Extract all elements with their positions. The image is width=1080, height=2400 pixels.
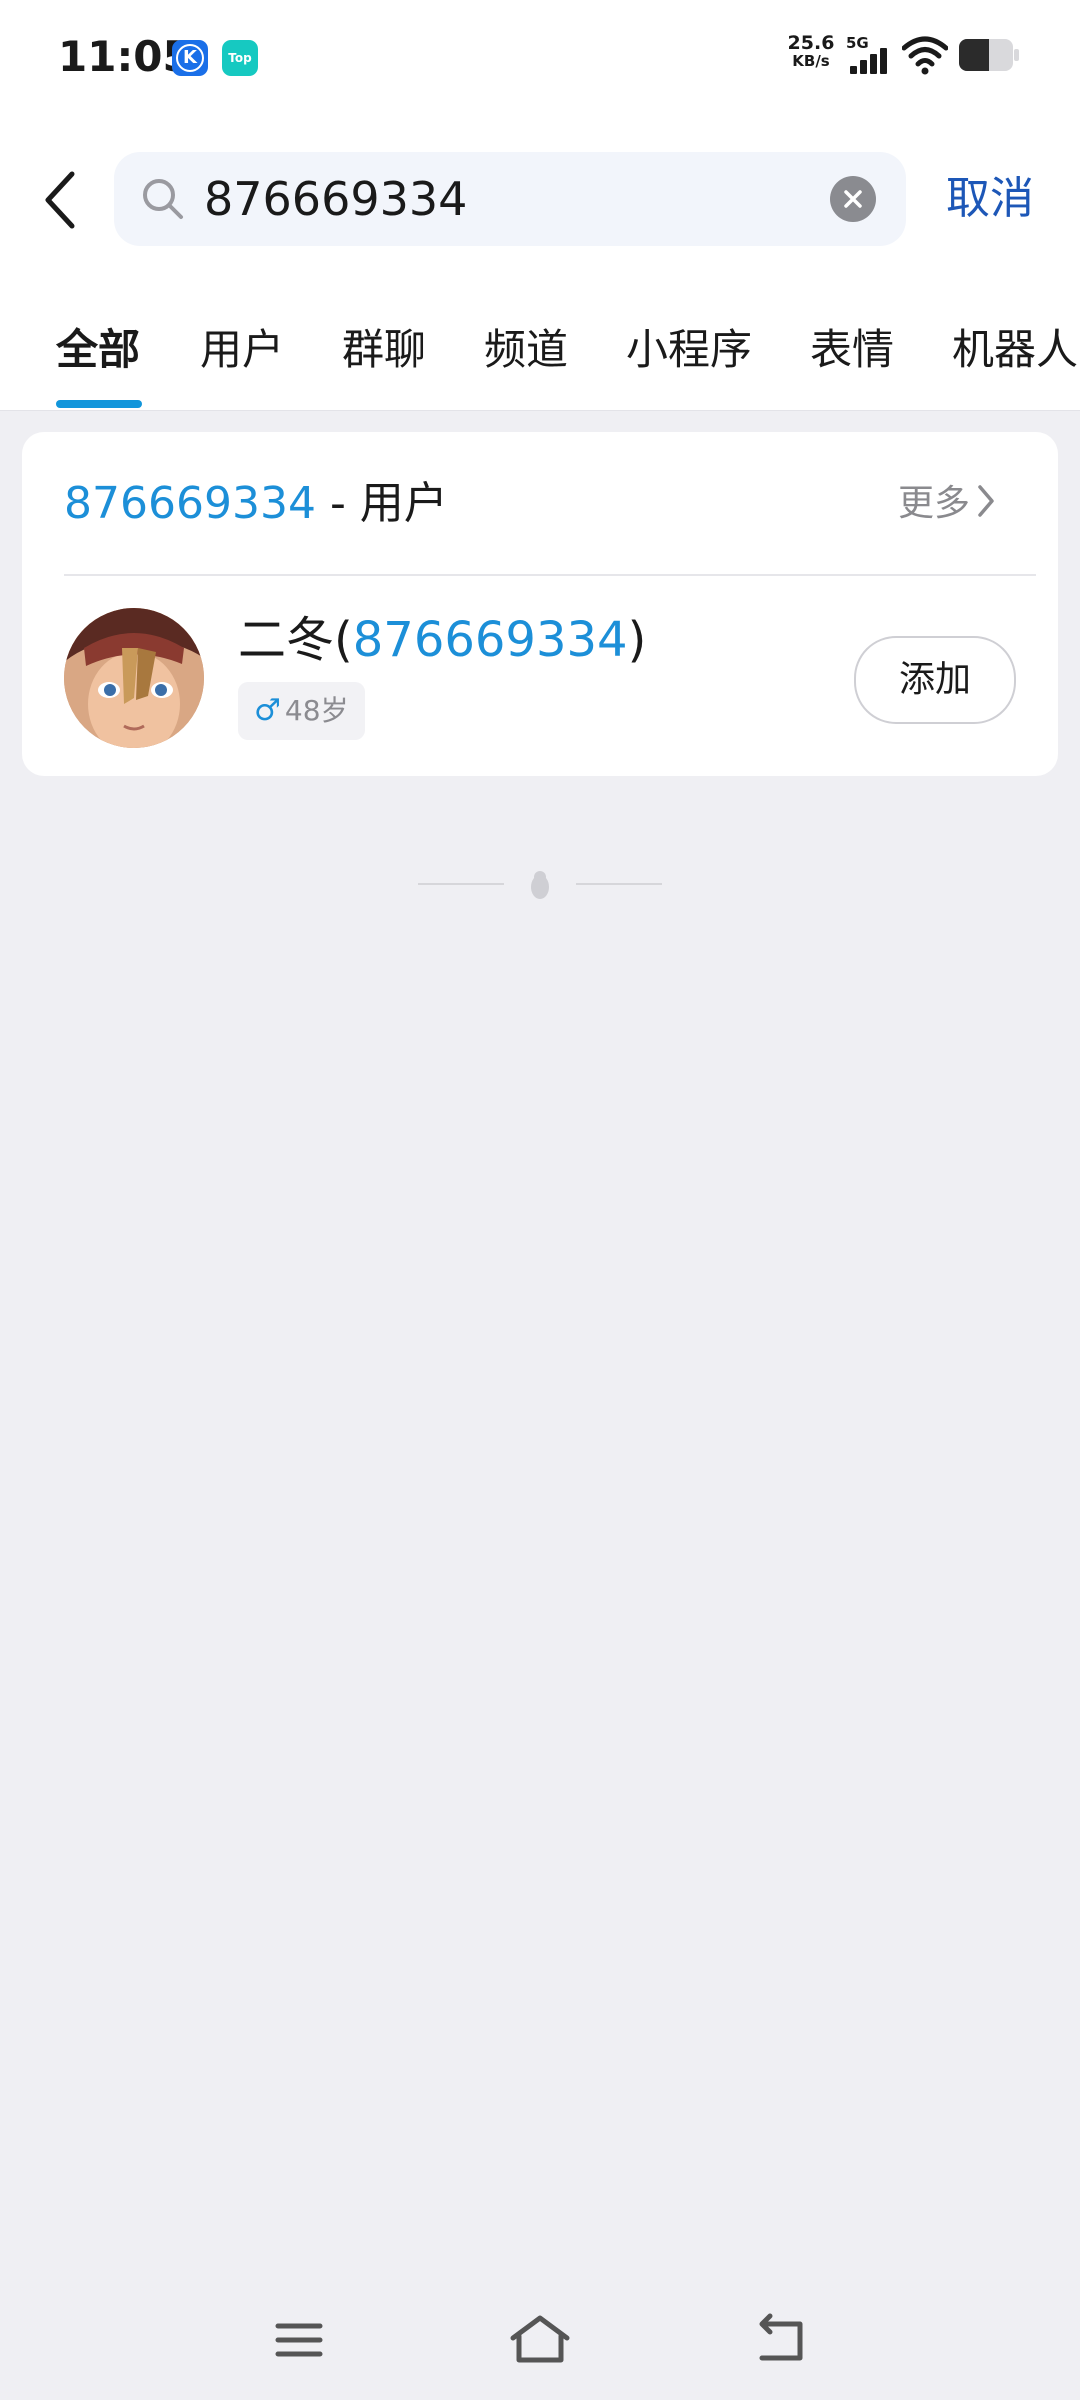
category-tabs: 全部 用户 群聊 频道 小程序 表情 机器人 — [0, 290, 1080, 411]
clear-icon[interactable] — [830, 176, 876, 222]
tab-group-chats[interactable]: 群聊 — [342, 318, 426, 382]
penguin-icon — [531, 871, 549, 899]
user-qq-number: 876669334 — [352, 612, 628, 668]
user-name-close-paren: ) — [627, 612, 647, 668]
end-of-results-divider — [418, 871, 662, 899]
home-icon[interactable] — [505, 2310, 575, 2370]
battery-icon — [959, 39, 1019, 71]
more-label: 更多 — [898, 483, 971, 524]
search-query-text[interactable]: 876669334 — [204, 166, 467, 232]
user-nickname: 二冬( — [238, 612, 353, 668]
tab-users[interactable]: 用户 — [200, 318, 284, 382]
system-nav-bar — [0, 2270, 1080, 2400]
user-age: 48岁 — [284, 694, 349, 727]
avatar[interactable] — [64, 608, 204, 748]
cancel-button[interactable]: 取消 — [946, 166, 1034, 232]
tab-all[interactable]: 全部 — [56, 318, 140, 382]
menu-icon[interactable] — [264, 2310, 334, 2370]
network-speed-value: 25.6 — [787, 32, 835, 54]
tab-stickers[interactable]: 表情 — [810, 318, 894, 382]
top-app-icon: Top — [222, 40, 258, 76]
k-app-icon-letter: K — [176, 44, 204, 72]
wifi-icon — [902, 36, 948, 75]
search-icon — [143, 179, 183, 219]
section-title-number: 876669334 — [64, 478, 316, 529]
more-button[interactable]: 更多 — [898, 476, 996, 532]
tab-channels[interactable]: 频道 — [484, 318, 568, 382]
gender-age-badge: ♂ 48岁 — [238, 682, 365, 740]
male-icon: ♂ — [254, 693, 281, 728]
search-input[interactable]: 876669334 — [114, 152, 906, 246]
add-friend-button[interactable]: 添加 — [854, 636, 1016, 724]
back-nav-icon[interactable] — [746, 2310, 816, 2370]
network-speed: 25.6 KB/s — [784, 32, 838, 71]
divider — [64, 574, 1036, 576]
tab-bots[interactable]: 机器人 — [952, 318, 1078, 382]
user-name[interactable]: 二冬(876669334) — [238, 604, 646, 676]
section-title-suffix: - 用户 — [315, 478, 448, 529]
back-icon[interactable] — [40, 168, 80, 232]
signal-icon — [850, 48, 890, 74]
user-result-card: 876669334 - 用户 更多 二冬(876669334) ♂ 48岁 添加 — [22, 432, 1058, 776]
chevron-right-icon — [978, 485, 994, 517]
section-title: 876669334 - 用户 — [64, 472, 448, 536]
network-speed-unit: KB/s — [792, 52, 830, 70]
k-app-icon: K — [172, 40, 208, 76]
tab-mini-programs[interactable]: 小程序 — [626, 318, 752, 382]
active-tab-indicator — [56, 400, 142, 408]
